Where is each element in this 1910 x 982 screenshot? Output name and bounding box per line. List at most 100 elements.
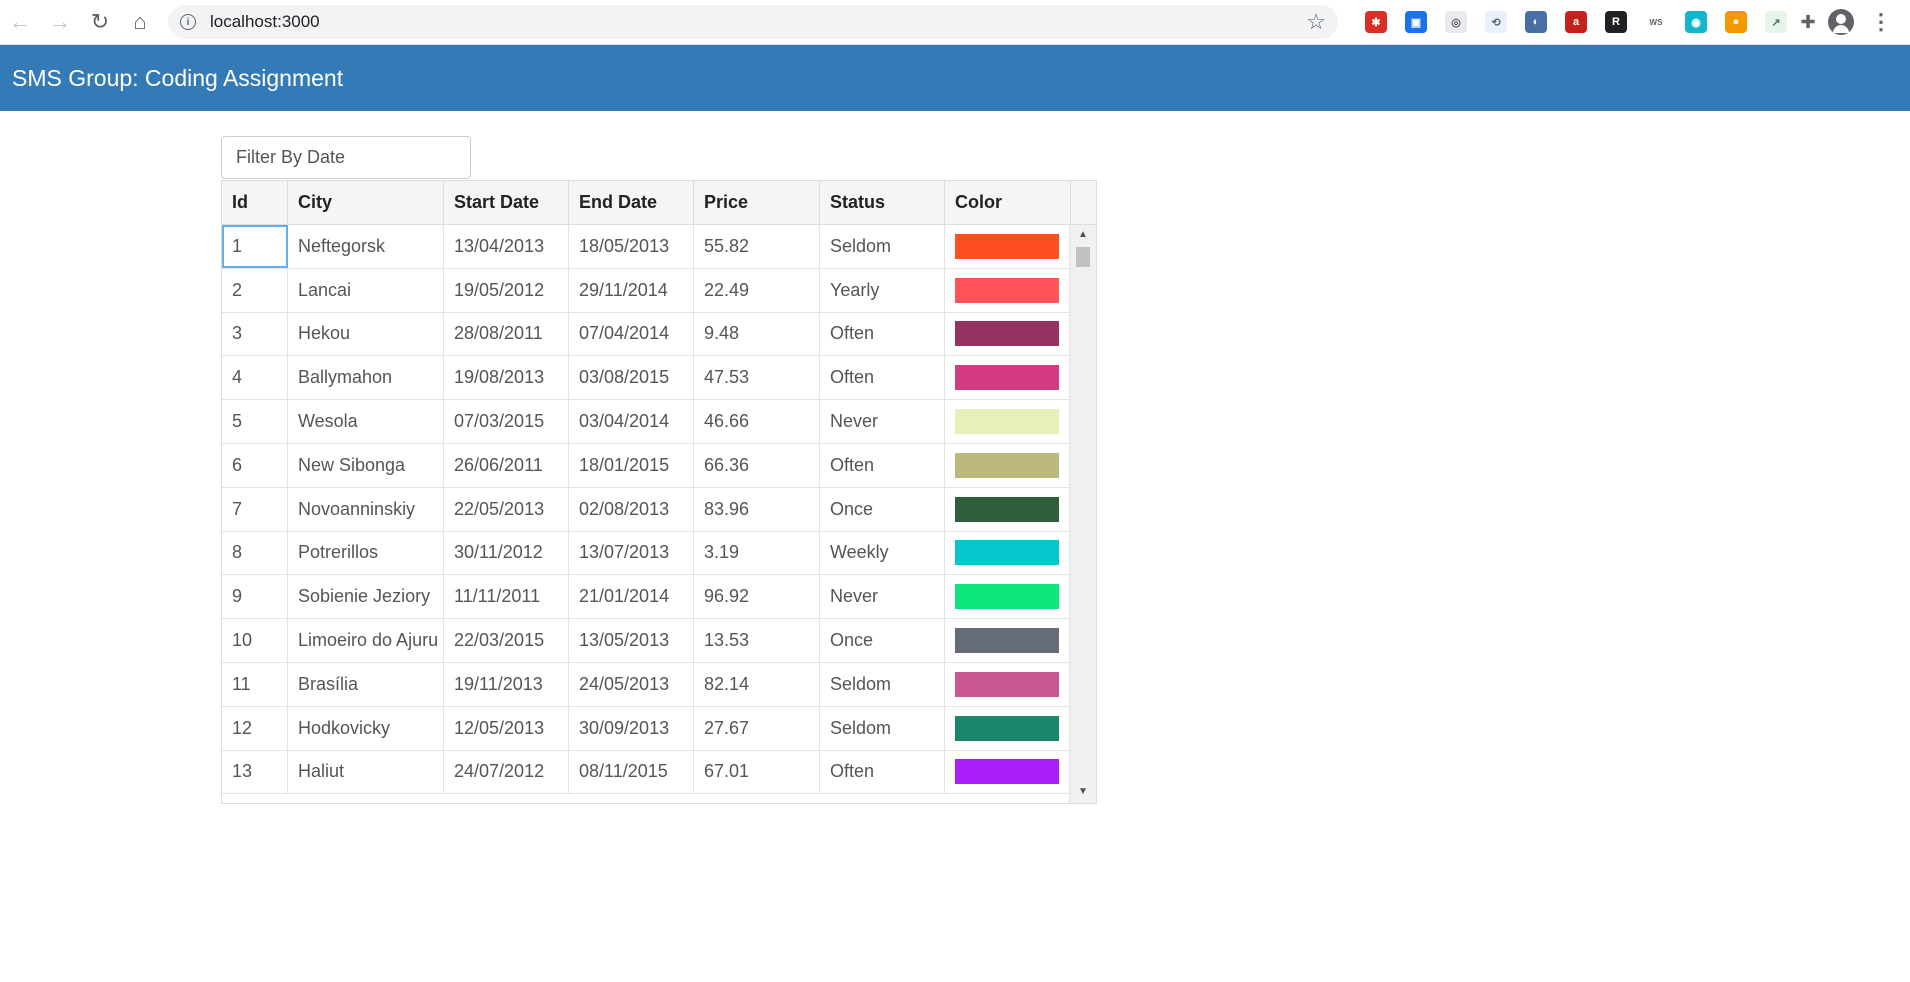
cell-end[interactable]: 24/05/2013 xyxy=(569,662,694,706)
cell-id[interactable]: 11 xyxy=(222,662,288,706)
cell-color[interactable] xyxy=(945,225,1071,268)
table-row[interactable]: 9 Sobienie Jeziory 11/11/2011 21/01/2014 96.… xyxy=(222,575,1096,620)
cell-price[interactable]: 3.19 xyxy=(694,531,820,575)
cell-price[interactable]: 96.92 xyxy=(694,575,820,619)
cell-id[interactable]: 12 xyxy=(222,706,288,750)
cell-start[interactable]: 13/04/2013 xyxy=(444,225,569,268)
forward-arrow-icon[interactable]: → xyxy=(40,0,80,45)
cell-end[interactable]: 03/04/2014 xyxy=(569,400,694,443)
cell-price[interactable]: 46.66 xyxy=(694,400,820,443)
cell-id[interactable]: 13 xyxy=(222,750,288,794)
column-header-price[interactable]: Price xyxy=(694,181,820,224)
cell-price[interactable]: 13.53 xyxy=(694,619,820,662)
cell-status[interactable]: Once xyxy=(820,487,945,531)
cell-id[interactable]: 7 xyxy=(222,487,288,531)
cell-city[interactable]: Wesola xyxy=(288,400,444,443)
ext-dot-icon[interactable]: ◎ xyxy=(1445,11,1467,33)
column-header-city[interactable]: City xyxy=(288,181,444,224)
cell-price[interactable]: 66.36 xyxy=(694,443,820,487)
cell-id[interactable]: 2 xyxy=(222,268,288,312)
cell-start[interactable]: 28/08/2011 xyxy=(444,312,569,356)
cell-id[interactable]: 10 xyxy=(222,619,288,662)
cell-status[interactable]: Once xyxy=(820,619,945,662)
cell-color[interactable] xyxy=(945,400,1071,443)
cell-color[interactable] xyxy=(945,706,1071,750)
cell-end[interactable]: 30/09/2013 xyxy=(569,706,694,750)
cell-status[interactable]: Often xyxy=(820,443,945,487)
cell-status[interactable]: Never xyxy=(820,575,945,619)
cell-color[interactable] xyxy=(945,750,1071,794)
cell-status[interactable]: Yearly xyxy=(820,268,945,312)
cell-status[interactable]: Never xyxy=(820,400,945,443)
cell-status[interactable]: Seldom xyxy=(820,662,945,706)
cell-city[interactable]: Novoanninskiy xyxy=(288,487,444,531)
grid-scrollbar[interactable]: ▲ ▼ xyxy=(1069,225,1096,803)
cell-price[interactable]: 27.67 xyxy=(694,706,820,750)
table-row[interactable]: 1 Neftegorsk 13/04/2013 18/05/2013 55.82 Seld… xyxy=(222,225,1096,269)
cell-price[interactable]: 22.49 xyxy=(694,268,820,312)
table-row[interactable]: 10 Limoeiro do Ajuru 22/03/2015 13/05/2013 1… xyxy=(222,619,1096,663)
column-header-status[interactable]: Status xyxy=(820,181,945,224)
column-header-color[interactable]: Color xyxy=(945,181,1071,224)
ext-teal-icon[interactable]: ◉ xyxy=(1685,11,1707,33)
filter-by-date-input[interactable] xyxy=(221,136,471,179)
cell-start[interactable]: 24/07/2012 xyxy=(444,750,569,794)
cell-price[interactable]: 67.01 xyxy=(694,750,820,794)
cell-city[interactable]: Brasília xyxy=(288,662,444,706)
cell-city[interactable]: Sobienie Jeziory xyxy=(288,575,444,619)
cell-city[interactable]: Limoeiro do Ajuru xyxy=(288,619,444,662)
column-header-id[interactable]: Id xyxy=(222,181,288,224)
cell-price[interactable]: 47.53 xyxy=(694,356,820,400)
scroll-up-arrow-icon[interactable]: ▲ xyxy=(1070,229,1096,240)
cell-id[interactable]: 9 xyxy=(222,575,288,619)
cell-city[interactable]: Potrerillos xyxy=(288,531,444,575)
cell-start[interactable]: 12/05/2013 xyxy=(444,706,569,750)
ext-ws-client-icon[interactable]: WS xyxy=(1645,11,1667,33)
scrollbar-thumb[interactable] xyxy=(1076,247,1090,267)
cell-end[interactable]: 13/07/2013 xyxy=(569,531,694,575)
ext-blue-icon[interactable]: ▣ xyxy=(1405,11,1427,33)
cell-city[interactable]: Neftegorsk xyxy=(288,225,444,268)
cell-color[interactable] xyxy=(945,531,1071,575)
table-row[interactable]: 4 Ballymahon 19/08/2013 03/08/2015 47.53 Ofte… xyxy=(222,356,1096,401)
cell-end[interactable]: 02/08/2013 xyxy=(569,487,694,531)
table-row[interactable]: 13 Haliut 24/07/2012 08/11/2015 67.01 Often xyxy=(222,750,1096,795)
cell-start[interactable]: 19/08/2013 xyxy=(444,356,569,400)
cell-end[interactable]: 18/05/2013 xyxy=(569,225,694,268)
cell-color[interactable] xyxy=(945,268,1071,312)
cell-end[interactable]: 08/11/2015 xyxy=(569,750,694,794)
cell-end[interactable]: 21/01/2014 xyxy=(569,575,694,619)
cell-id[interactable]: 6 xyxy=(222,443,288,487)
reload-icon[interactable]: ↻ xyxy=(80,0,120,45)
table-row[interactable]: 5 Wesola 07/03/2015 03/04/2014 46.66 Never xyxy=(222,400,1096,444)
ext-color-icon[interactable]: ● xyxy=(1725,11,1747,33)
cell-start[interactable]: 11/11/2011 xyxy=(444,575,569,619)
cell-start[interactable]: 30/11/2012 xyxy=(444,531,569,575)
cell-city[interactable]: Hekou xyxy=(288,312,444,356)
ext-green-icon[interactable]: ↗ xyxy=(1765,11,1787,33)
cell-color[interactable] xyxy=(945,312,1071,356)
cell-status[interactable]: Weekly xyxy=(820,531,945,575)
cell-id[interactable]: 3 xyxy=(222,312,288,356)
cell-end[interactable]: 29/11/2014 xyxy=(569,268,694,312)
table-row[interactable]: 2 Lancai 19/05/2012 29/11/2014 22.49 Yearly xyxy=(222,268,1096,313)
cell-id[interactable]: 4 xyxy=(222,356,288,400)
cell-end[interactable]: 13/05/2013 xyxy=(569,619,694,662)
cell-end[interactable]: 03/08/2015 xyxy=(569,356,694,400)
cell-color[interactable] xyxy=(945,662,1071,706)
extensions-puzzle-icon[interactable]: ✚ xyxy=(1796,0,1820,45)
ext-red-icon[interactable]: ✱ xyxy=(1365,11,1387,33)
cell-city[interactable]: New Sibonga xyxy=(288,443,444,487)
cell-id[interactable]: 8 xyxy=(222,531,288,575)
site-info-icon[interactable]: i xyxy=(180,14,196,30)
table-row[interactable]: 3 Hekou 28/08/2011 07/04/2014 9.48 Often xyxy=(222,312,1096,357)
address-bar[interactable]: i localhost:3000 ☆ xyxy=(168,5,1338,39)
cell-city[interactable]: Ballymahon xyxy=(288,356,444,400)
cell-price[interactable]: 83.96 xyxy=(694,487,820,531)
cell-end[interactable]: 07/04/2014 xyxy=(569,312,694,356)
cell-id[interactable]: 5 xyxy=(222,400,288,443)
url-text[interactable]: localhost:3000 xyxy=(210,12,1306,32)
cell-color[interactable] xyxy=(945,487,1071,531)
cell-price[interactable]: 9.48 xyxy=(694,312,820,356)
cell-end[interactable]: 18/01/2015 xyxy=(569,443,694,487)
